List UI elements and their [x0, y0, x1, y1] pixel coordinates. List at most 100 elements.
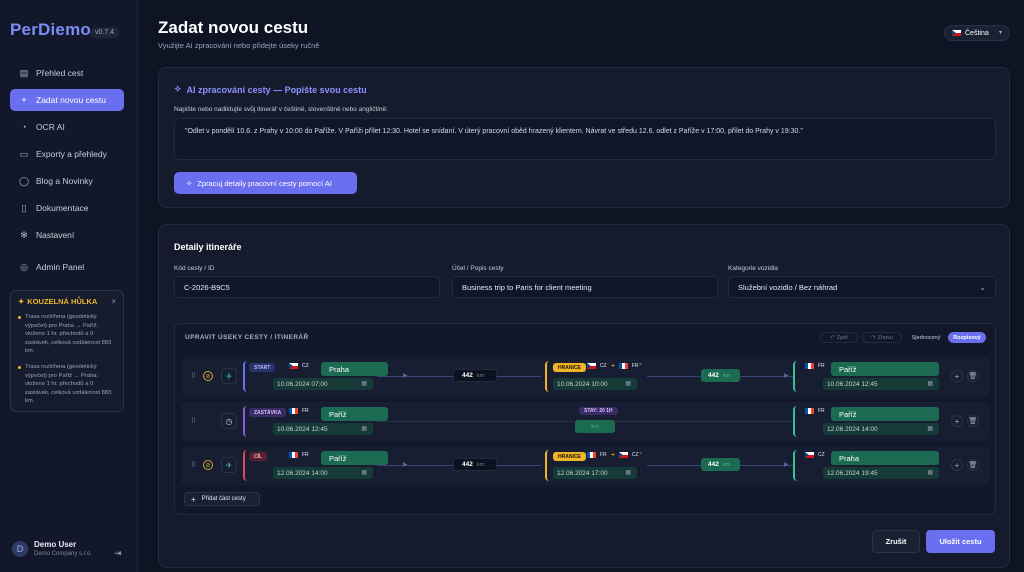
distance-badge: 442 km: [453, 458, 497, 471]
page-title: Zadat novou cestu: [158, 18, 309, 37]
city-select[interactable]: Praha: [831, 451, 939, 465]
border-node: HRANICE FR ➔ CZ × 12.06.2024 17:00 ▦: [545, 450, 645, 481]
arrow-icon: ▶: [784, 462, 789, 468]
undo-icon: ↶: [830, 334, 835, 341]
plus-icon: +: [21, 95, 27, 105]
calendar-icon: ▤: [19, 67, 29, 78]
france-flag-icon: [289, 452, 298, 458]
link-icon[interactable]: ⊘: [203, 460, 213, 470]
close-icon[interactable]: ×: [111, 297, 116, 306]
start-node: START CZ Praha 10.06.2024 07:00 ▦: [243, 361, 388, 392]
calendar-icon: ▦: [625, 381, 631, 387]
city-select[interactable]: Paříž: [321, 451, 388, 465]
city-select[interactable]: Paříž: [831, 362, 939, 376]
datetime-input[interactable]: 12.06.2024 14:00 ▦: [823, 423, 939, 435]
city-select[interactable]: Praha: [321, 362, 388, 376]
view-compact-toggle[interactable]: Sjednocený: [906, 332, 946, 343]
country-code: CZ: [289, 363, 309, 369]
add-segment-icon[interactable]: +: [951, 415, 963, 427]
city-select[interactable]: Paříž: [831, 407, 939, 421]
itinerary-details-card: Detaily itineráře Kód cesty / ID C-2026-…: [158, 224, 1010, 568]
stop-node: ZASTÁVKA FR Paříž 10.06.2024 12:45 ▦: [243, 406, 388, 437]
close-icon[interactable]: ×: [639, 362, 642, 368]
segments-title: UPRAVIT ÚSEKY CESTY / ITINERÁŘ: [185, 334, 309, 341]
ai-card-title: ✧ AI zpracování cesty — Popište svou cest…: [174, 84, 367, 95]
nav-item-exports[interactable]: ▭ Exporty a přehledy: [10, 143, 124, 165]
redo-icon: ↷: [871, 334, 876, 341]
sidebar: PerDiemo v0.7.4 ▤ Přehled cest + Zadat nov…: [0, 0, 138, 572]
start-tag: START: [249, 363, 276, 372]
add-segment-icon[interactable]: +: [951, 459, 963, 471]
ai-process-button[interactable]: ✧ Zpracuj detaily pracovní cesty pomocí A…: [174, 172, 357, 194]
distance-badge: 442 km: [453, 369, 497, 382]
nav-item-admin[interactable]: ◎ Admin Panel: [10, 256, 124, 278]
save-trip-button[interactable]: Uložit cestu: [926, 530, 995, 553]
segment-row-end: ⠿ ⊘ ✈ CÍL FR Paříž 12.06.2024 14:00 ▦ ▶ 4…: [181, 446, 989, 485]
ai-processing-card: ✧ AI zpracování cesty — Popište svou cest…: [158, 67, 1010, 208]
plane-icon[interactable]: ✈: [221, 368, 237, 384]
vehicle-select[interactable]: Služební vozidlo / Bez náhrad ⌄: [728, 276, 996, 298]
drag-handle-icon[interactable]: ⠿: [191, 417, 196, 425]
city-select[interactable]: Paříž: [321, 407, 388, 421]
add-segment-icon[interactable]: +: [951, 370, 963, 382]
end-node: CÍL FR Paříž 12.06.2024 14:00 ▦: [243, 450, 388, 481]
details-title: Detaily itineráře: [174, 242, 242, 252]
magic-wand-title: ✦ KOUZELNÁ HŮLKA: [18, 297, 98, 306]
trip-code-input[interactable]: C-2026-B9C5: [174, 276, 440, 298]
destination-node: FR Paříž 12.06.2024 14:00 ▦: [793, 406, 941, 437]
stay-distance-badge: km: [575, 420, 615, 433]
czech-flag-icon: [587, 363, 596, 369]
arrow-icon: ▶: [784, 373, 789, 379]
cancel-button[interactable]: Zrušit: [872, 530, 920, 553]
close-icon[interactable]: ×: [639, 451, 642, 457]
purpose-input[interactable]: Business trip to Paris for client meetin…: [452, 276, 718, 298]
nav-item-new-trip[interactable]: + Zadat novou cestu: [10, 89, 124, 111]
logout-icon[interactable]: ⇥: [114, 548, 122, 559]
trash-icon[interactable]: 🗑: [967, 370, 979, 382]
add-segment-button[interactable]: + Přidat část cesty: [184, 492, 260, 506]
drag-handle-icon[interactable]: ⠿: [191, 461, 196, 469]
itinerary-textarea[interactable]: "Odlet v pondělí 10.6. z Prahy v 10:00 d…: [174, 118, 996, 160]
stop-tag: ZASTÁVKA: [249, 408, 287, 417]
datetime-input[interactable]: 10.06.2024 07:00 ▦: [273, 378, 373, 390]
france-flag-icon: [618, 363, 628, 369]
brand-logo[interactable]: PerDiemo: [10, 20, 91, 40]
scan-icon: ◔: [21, 122, 27, 132]
calendar-icon: ▦: [927, 381, 933, 387]
trip-code-label: Kód cesty / ID: [174, 265, 215, 272]
version-badge: v0.7.4: [90, 27, 120, 38]
user-profile[interactable]: D Demo User Demo Company s.r.o.: [12, 540, 92, 557]
datetime-input[interactable]: 12.06.2024 19:45 ▦: [823, 467, 939, 479]
nav-item-settings[interactable]: ✻ Nastavení: [10, 224, 124, 246]
link-icon[interactable]: ⊘: [203, 371, 213, 381]
language-selector[interactable]: Čeština ▾: [944, 25, 1010, 41]
country-code: FR: [805, 363, 825, 369]
user-name: Demo User: [34, 540, 77, 549]
drag-handle-icon[interactable]: ⠿: [191, 372, 196, 380]
arrow-icon: ▶: [403, 373, 408, 379]
nav-item-ocr-ai[interactable]: ◔ OCR AI: [10, 116, 124, 138]
nav-item-trips-overview[interactable]: ▤ Přehled cest: [10, 62, 124, 84]
avatar: D: [12, 540, 28, 557]
plane-icon[interactable]: ✈: [221, 457, 237, 473]
trash-icon[interactable]: 🗑: [967, 459, 979, 471]
trash-icon[interactable]: 🗑: [967, 415, 979, 427]
undo-button[interactable]: ↶ Zpět: [820, 332, 858, 343]
redo-button[interactable]: ↷ Znovu: [862, 332, 902, 343]
datetime-input[interactable]: 12.06.2024 17:00 ▦: [553, 467, 637, 479]
calendar-icon: ▦: [361, 470, 367, 476]
view-detailed-toggle[interactable]: Rozpisový: [948, 332, 986, 343]
nav-item-blog[interactable]: ◯ Blog a Novinky: [10, 170, 124, 192]
datetime-input[interactable]: 12.06.2024 14:00 ▦: [273, 467, 373, 479]
wand-icon: ✦: [18, 297, 25, 306]
clock-icon[interactable]: ◷: [221, 413, 237, 429]
calendar-icon: ▦: [927, 426, 933, 432]
france-flag-icon: [289, 408, 298, 414]
datetime-input[interactable]: 10.06.2024 12:45 ▦: [823, 378, 939, 390]
nav-item-docs[interactable]: ▯ Dokumentace: [10, 197, 124, 219]
sparkle-icon: ✧: [174, 84, 182, 94]
datetime-input[interactable]: 10.06.2024 10:00 ▦: [553, 378, 637, 390]
destination-node: CZ Praha 12.06.2024 19:45 ▦: [793, 450, 941, 481]
segments-panel: UPRAVIT ÚSEKY CESTY / ITINERÁŘ ↶ Zpět ↷ Zn…: [174, 323, 996, 515]
datetime-input[interactable]: 10.06.2024 12:45 ▦: [273, 423, 373, 435]
